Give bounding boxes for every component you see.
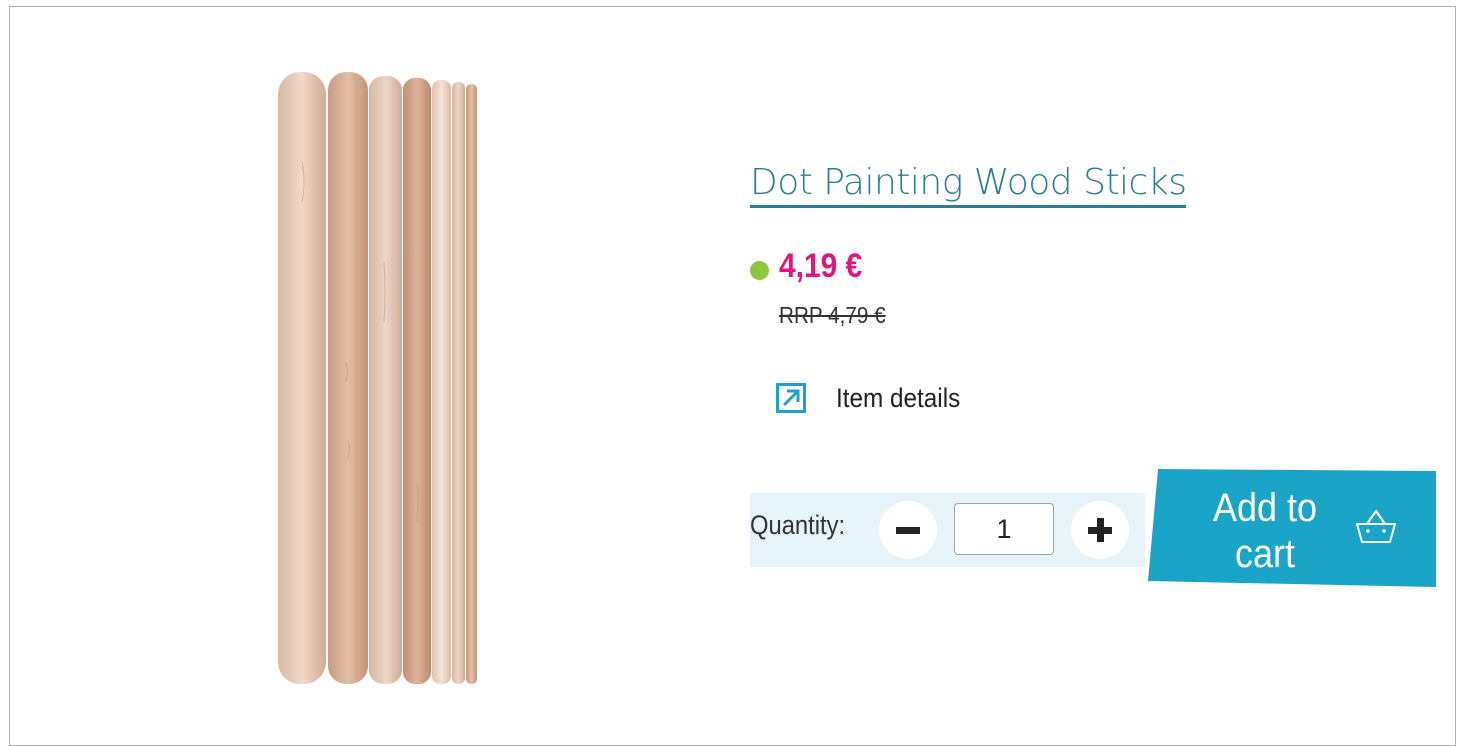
product-card [9, 6, 1456, 746]
quantity-input[interactable] [954, 503, 1054, 555]
basket-icon [1356, 510, 1396, 543]
item-details-link[interactable]: Item details [776, 380, 974, 416]
quantity-decrement-button[interactable] [879, 501, 937, 559]
add-to-cart-label: Add to cart [1212, 486, 1318, 576]
product-price: 4,19 € [779, 247, 863, 285]
quantity-increment-button[interactable] [1071, 501, 1129, 559]
stock-status-dot [750, 261, 769, 280]
quantity-label: Quantity: [750, 510, 846, 540]
product-image[interactable] [272, 62, 494, 686]
external-arrow-icon [776, 383, 806, 413]
add-to-cart-button[interactable]: Add to cart [1148, 469, 1436, 589]
item-details-label: Item details [836, 382, 961, 413]
product-rrp: RRP 4,79 € [779, 302, 886, 328]
minus-icon [896, 527, 920, 534]
product-title-link[interactable]: Dot Painting Wood Sticks [750, 162, 1187, 208]
